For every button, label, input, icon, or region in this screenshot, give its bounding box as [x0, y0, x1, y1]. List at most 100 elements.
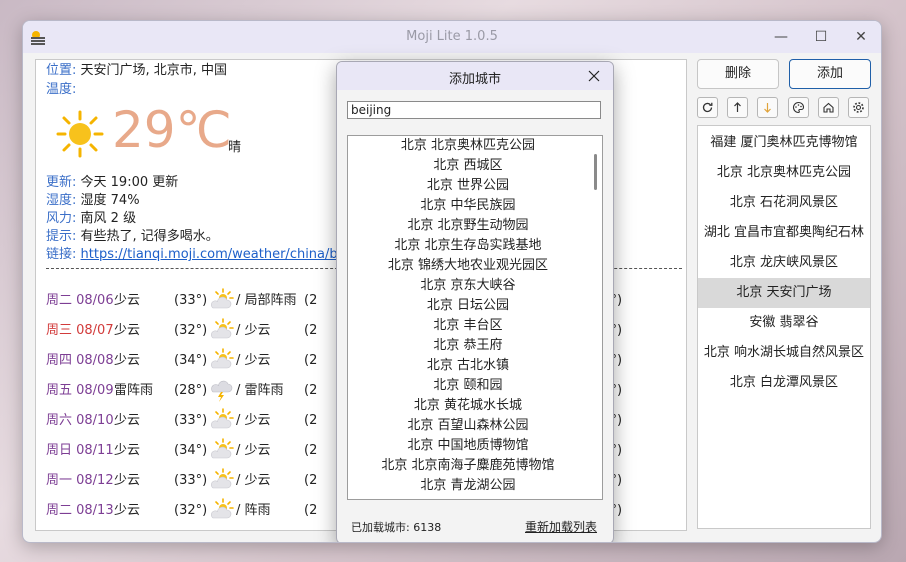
- city-list-item[interactable]: 北京 龙庆峡风景区: [698, 248, 870, 278]
- current-condition: 晴: [228, 140, 242, 155]
- reload-list-link[interactable]: 重新加载列表: [525, 518, 597, 535]
- forecast-day-condition: 少云: [114, 323, 141, 338]
- forecast-low: (2: [304, 503, 318, 518]
- humidity-row: 湿度: 湿度 74%: [46, 192, 140, 210]
- city-result-item[interactable]: 北京 中华民族园: [348, 196, 602, 216]
- city-list-item[interactable]: 北京 天安门广场: [698, 278, 870, 308]
- city-result-item[interactable]: 北京 古北水镇: [348, 356, 602, 376]
- result-scrollbar[interactable]: [591, 138, 601, 496]
- window-title: Moji Lite 1.0.5: [406, 29, 498, 44]
- dialog-title-bar[interactable]: 添加城市: [337, 62, 613, 90]
- forecast-night-condition: / 少云: [236, 353, 271, 368]
- forecast-day-condition: 少云: [114, 413, 141, 428]
- dialog-close-icon[interactable]: [583, 66, 605, 86]
- forecast-night-condition: / 少云: [236, 413, 271, 428]
- humidity-label: 湿度:: [46, 193, 77, 208]
- forecast-low: (2: [304, 383, 318, 398]
- city-list-item[interactable]: 北京 白龙潭风景区: [698, 368, 870, 398]
- city-result-item[interactable]: 北京 西城区: [348, 156, 602, 176]
- city-list-item[interactable]: 安徽 翡翠谷: [698, 308, 870, 338]
- refresh-icon[interactable]: [697, 97, 718, 118]
- loaded-count: 已加载城市: 6138: [351, 521, 442, 534]
- forecast-day: 周四 08/08: [46, 353, 114, 368]
- forecast-night-condition: / 雷阵雨: [236, 383, 284, 398]
- forecast-day-condition: 少云: [114, 353, 141, 368]
- forecast-night-condition: / 少云: [236, 473, 271, 488]
- city-result-item[interactable]: 北京 黄花城水长城: [348, 396, 602, 416]
- temperature-row: 温度:: [46, 81, 76, 99]
- update-label: 更新:: [46, 175, 77, 190]
- city-result-item[interactable]: 北京 京东大峡谷: [348, 276, 602, 296]
- delete-button[interactable]: 删除: [697, 59, 779, 89]
- city-result-item[interactable]: 北京 北京生存岛实践基地: [348, 236, 602, 256]
- city-result-item[interactable]: 北京 青龙湖公园: [348, 476, 602, 496]
- city-panel: 删除 添加 福建 厦门奥林匹克博物馆 北京 北京奥林匹克公园 北京 石花洞风景区 湖北…: [697, 59, 871, 529]
- forecast-day-condition: 少云: [114, 503, 141, 518]
- forecast-night-condition: / 阵雨: [236, 503, 271, 518]
- link-label: 链接:: [46, 247, 77, 262]
- settings-icon[interactable]: [848, 97, 869, 118]
- city-list-item[interactable]: 福建 厦门奥林匹克博物馆: [698, 128, 870, 158]
- city-result-item[interactable]: 北京 颐和园: [348, 376, 602, 396]
- city-result-item[interactable]: 北京 恭王府: [348, 336, 602, 356]
- wind-label: 风力:: [46, 211, 77, 226]
- city-result-item[interactable]: 北京 中国地质博物馆: [348, 436, 602, 456]
- tip-row: 提示: 有些热了, 记得多喝水。: [46, 228, 219, 246]
- city-search-input[interactable]: [347, 101, 601, 119]
- update-row: 更新: 今天 19:00 更新: [46, 174, 178, 192]
- city-result-item[interactable]: 北京 百望山森林公园: [348, 416, 602, 436]
- forecast-night-condition: / 少云: [236, 443, 271, 458]
- forecast-day: 周五 08/09: [46, 383, 114, 398]
- city-result-item[interactable]: 北京 北京奥林匹克公园: [348, 136, 602, 156]
- city-result-item[interactable]: 北京 世界公园: [348, 176, 602, 196]
- forecast-low: (2: [304, 293, 318, 308]
- home-icon[interactable]: [818, 97, 839, 118]
- forecast-day: 周三 08/07: [46, 323, 114, 338]
- forecast-high: (34°): [174, 353, 208, 368]
- minimize-button[interactable]: —: [761, 21, 801, 53]
- tip-value: 有些热了, 记得多喝水。: [80, 229, 219, 244]
- forecast-low: (2: [304, 443, 318, 458]
- city-result-list[interactable]: 北京 北京奥林匹克公园 北京 西城区 北京 世界公园 北京 中华民族园 北京 北京野生动…: [347, 135, 603, 500]
- app-window: Moji Lite 1.0.5 — ☐ ✕ 位置: 天安门广场, 北京市, 中国…: [22, 20, 882, 543]
- forecast-day: 周六 08/10: [46, 413, 114, 428]
- move-down-icon[interactable]: [757, 97, 778, 118]
- forecast-low: (2: [304, 323, 318, 338]
- forecast-day-condition: 雷阵雨: [114, 383, 154, 398]
- forecast-low: (2: [304, 473, 318, 488]
- forecast-day-condition: 少云: [114, 293, 141, 308]
- forecast-day-condition: 少云: [114, 473, 141, 488]
- add-city-dialog: 添加城市 北京 北京奥林匹克公园北京 西城区北京 世界公园北京 中华民族园北京 …: [336, 61, 614, 542]
- city-result-item[interactable]: 北京 北京南海子麋鹿苑博物馆: [348, 456, 602, 476]
- city-result-item[interactable]: 北京 日坛公园: [348, 296, 602, 316]
- partly-cloudy-icon: [208, 498, 234, 530]
- sunny-icon: [56, 110, 104, 158]
- city-list-item[interactable]: 北京 石花洞风景区: [698, 188, 870, 218]
- forecast-day: 周日 08/11: [46, 443, 114, 458]
- scroll-thumb[interactable]: [594, 154, 597, 190]
- city-list-item[interactable]: 北京 北京奥林匹克公园: [698, 158, 870, 188]
- city-result-item[interactable]: 北京 丰台区: [348, 316, 602, 336]
- city-result-item[interactable]: 北京 锦绣大地农业观光园区: [348, 256, 602, 276]
- palette-icon[interactable]: [788, 97, 809, 118]
- tip-label: 提示:: [46, 229, 77, 244]
- dialog-title: 添加城市: [448, 72, 501, 87]
- add-button[interactable]: 添加: [789, 59, 871, 89]
- forecast-high: (34°): [174, 443, 208, 458]
- city-list-item[interactable]: 北京 响水湖长城自然风景区: [698, 338, 870, 368]
- move-up-icon[interactable]: [727, 97, 748, 118]
- wind-value: 南风 2 级: [80, 211, 137, 226]
- maximize-button[interactable]: ☐: [801, 21, 841, 53]
- title-bar[interactable]: Moji Lite 1.0.5 — ☐ ✕: [23, 21, 881, 53]
- location-value: 天安门广场, 北京市, 中国: [80, 63, 228, 78]
- city-list-item[interactable]: 湖北 宜昌市宜都奥陶纪石林: [698, 218, 870, 248]
- location-row: 位置: 天安门广场, 北京市, 中国: [46, 62, 227, 80]
- humidity-value: 湿度 74%: [80, 193, 140, 208]
- city-result-item[interactable]: 北京 北京野生动物园: [348, 216, 602, 236]
- forecast-night-condition: / 局部阵雨: [236, 293, 297, 308]
- temperature-label: 温度:: [46, 82, 77, 97]
- wind-row: 风力: 南风 2 级: [46, 210, 136, 228]
- location-label: 位置:: [46, 63, 77, 78]
- close-button[interactable]: ✕: [841, 21, 881, 53]
- saved-city-list[interactable]: 福建 厦门奥林匹克博物馆 北京 北京奥林匹克公园 北京 石花洞风景区 湖北 宜昌市宜都…: [697, 125, 871, 529]
